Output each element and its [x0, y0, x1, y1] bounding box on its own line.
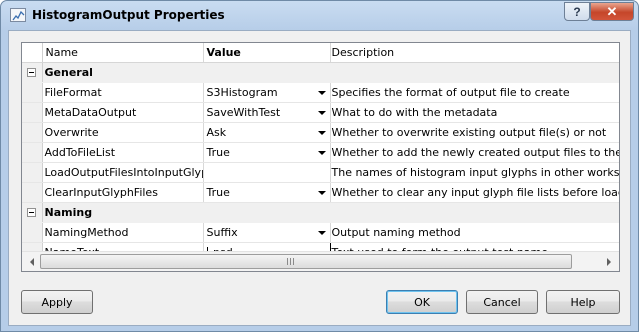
arrow-right-icon	[607, 257, 611, 266]
property-description: Whether to clear any input glyph file li…	[330, 182, 619, 203]
property-value[interactable]: Suffix	[203, 222, 331, 243]
ok-button[interactable]: OK	[386, 290, 458, 314]
question-icon: ?	[573, 4, 581, 19]
property-description: The names of histogram input glyphs in o…	[330, 162, 619, 183]
scroll-left-button[interactable]	[24, 254, 40, 269]
category-label: General	[42, 62, 619, 83]
property-description: Whether to overwrite existing output fil…	[330, 122, 619, 143]
arrow-left-icon	[30, 257, 34, 266]
property-name[interactable]: LoadOutputFilesIntoInputGlyph	[42, 162, 204, 183]
property-grid: Name Value Description General FileForma…	[21, 42, 620, 272]
grid-header-row: Name Value Description	[22, 43, 619, 63]
value-text: Ask	[206, 125, 227, 139]
dropdown-arrow-icon[interactable]	[317, 110, 326, 115]
dropdown-arrow-icon[interactable]	[317, 130, 326, 135]
dropdown-arrow-icon[interactable]	[317, 150, 326, 155]
dropdown-arrow-icon[interactable]	[317, 230, 326, 235]
value-text: SaveWithTest	[206, 105, 281, 119]
apply-button[interactable]: Apply	[21, 290, 93, 314]
dialog-content: Name Value Description General FileForma…	[8, 30, 631, 326]
header-spacer	[22, 43, 43, 63]
collapse-toggle[interactable]	[22, 202, 43, 223]
property-value[interactable]: S3Histogram	[203, 82, 331, 103]
property-description: Output naming method	[330, 222, 619, 243]
property-description: What to do with the metadata	[330, 102, 619, 123]
row-gutter	[22, 122, 43, 143]
property-row[interactable]: ClearInputGlyphFiles True Whether to cle…	[22, 182, 619, 203]
property-row[interactable]: LoadOutputFilesIntoInputGlyph The names …	[22, 162, 619, 183]
row-gutter	[22, 82, 43, 103]
value-text: Suffix	[206, 225, 238, 239]
row-gutter	[22, 142, 43, 163]
column-header-name[interactable]: Name	[42, 43, 204, 63]
property-value[interactable]: True	[203, 182, 331, 203]
property-description: Specifies the format of output file to c…	[330, 82, 619, 103]
property-value[interactable]	[203, 162, 331, 183]
grip-icon	[287, 258, 295, 265]
properties-dialog: HistogramOutput Properties ? ✕ Name Valu…	[0, 0, 639, 332]
horizontal-scrollbar[interactable]	[22, 251, 619, 271]
property-row[interactable]: NamingMethod Suffix Output naming method	[22, 222, 619, 243]
dropdown-arrow-icon[interactable]	[317, 90, 326, 95]
property-row[interactable]: Overwrite Ask Whether to overwrite exist…	[22, 122, 619, 143]
property-name[interactable]: AddToFileList	[42, 142, 204, 163]
property-row[interactable]: AddToFileList True Whether to add the ne…	[22, 142, 619, 163]
category-row-general[interactable]: General	[22, 62, 619, 83]
minus-icon[interactable]	[27, 68, 37, 77]
window-title: HistogramOutput Properties	[32, 8, 225, 22]
property-value[interactable]: SaveWithTest	[203, 102, 331, 123]
dropdown-arrow-icon[interactable]	[317, 190, 326, 195]
column-header-description[interactable]: Description	[330, 43, 619, 63]
property-name[interactable]: ClearInputGlyphFiles	[42, 182, 204, 203]
category-row-naming[interactable]: Naming	[22, 202, 619, 223]
row-gutter	[22, 162, 43, 183]
app-icon	[10, 8, 26, 22]
property-value[interactable]: Ask	[203, 122, 331, 143]
row-gutter	[22, 222, 43, 243]
cancel-button[interactable]: Cancel	[466, 290, 538, 314]
property-name[interactable]: FileFormat	[42, 82, 204, 103]
collapse-toggle[interactable]	[22, 62, 43, 83]
row-gutter	[22, 182, 43, 203]
close-icon: ✕	[606, 3, 618, 19]
property-row[interactable]: FileFormat S3Histogram Specifies the for…	[22, 82, 619, 103]
value-text: S3Histogram	[206, 85, 278, 99]
row-gutter	[22, 102, 43, 123]
property-name[interactable]: NamingMethod	[42, 222, 204, 243]
value-text: True	[206, 145, 230, 159]
property-name[interactable]: Overwrite	[42, 122, 204, 143]
help-button[interactable]: Help	[546, 290, 620, 314]
title-bar[interactable]: HistogramOutput Properties ? ✕	[1, 1, 638, 31]
property-row[interactable]: MetaDataOutput SaveWithTest What to do w…	[22, 102, 619, 123]
close-button[interactable]: ✕	[590, 2, 634, 21]
column-header-value[interactable]: Value	[203, 43, 331, 63]
title-help-button[interactable]: ?	[564, 2, 590, 21]
scroll-right-button[interactable]	[601, 254, 617, 269]
property-name[interactable]: MetaDataOutput	[42, 102, 204, 123]
scroll-thumb[interactable]	[40, 254, 572, 269]
property-value[interactable]: True	[203, 142, 331, 163]
category-label: Naming	[42, 202, 619, 223]
minus-icon[interactable]	[27, 208, 37, 217]
property-description: Whether to add the newly created output …	[330, 142, 619, 163]
value-text: True	[206, 185, 230, 199]
